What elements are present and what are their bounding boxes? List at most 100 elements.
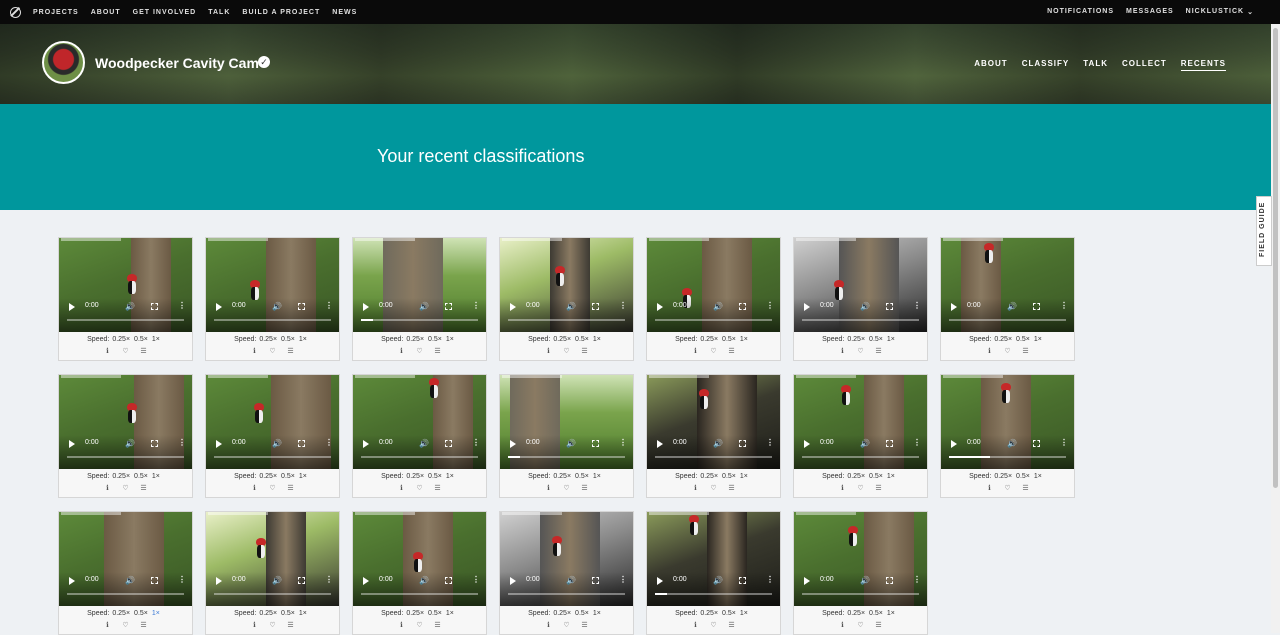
- volume-icon[interactable]: 🔊: [566, 302, 576, 311]
- volume-icon[interactable]: 🔊: [860, 439, 870, 448]
- fullscreen-icon[interactable]: [739, 577, 746, 584]
- fullscreen-icon[interactable]: [886, 440, 893, 447]
- fullscreen-icon[interactable]: [592, 577, 599, 584]
- classification-card[interactable]: 0:00 🔊 ⋮ Speed: 0.25× 0.5× 1× ℹ ♡ ☰: [499, 511, 634, 635]
- field-guide-tab[interactable]: FIELD GUIDE: [1256, 196, 1272, 266]
- play-icon[interactable]: [657, 303, 663, 311]
- speed-option[interactable]: 0.5×: [134, 610, 148, 617]
- speed-option[interactable]: 0.25×: [700, 473, 718, 480]
- info-icon[interactable]: ℹ: [104, 622, 112, 630]
- speed-option[interactable]: 0.25×: [700, 336, 718, 343]
- play-icon[interactable]: [363, 303, 369, 311]
- collect-icon[interactable]: ☰: [287, 348, 295, 356]
- info-icon[interactable]: ℹ: [398, 622, 406, 630]
- speed-option[interactable]: 1×: [152, 610, 160, 617]
- classification-card[interactable]: 0:00 🔊 ⋮ Speed: 0.25× 0.5× 1× ℹ ♡ ☰: [58, 374, 193, 498]
- speed-option[interactable]: 1×: [593, 336, 601, 343]
- project-title[interactable]: Woodpecker Cavity Cam: [95, 55, 259, 71]
- heart-icon[interactable]: ♡: [269, 485, 277, 493]
- speed-option[interactable]: 1×: [299, 610, 307, 617]
- classification-card[interactable]: 0:00 🔊 ⋮ Speed: 0.25× 0.5× 1× ℹ ♡ ☰: [205, 237, 340, 361]
- classification-card[interactable]: 0:00 🔊 ⋮ Speed: 0.25× 0.5× 1× ℹ ♡ ☰: [940, 374, 1075, 498]
- progress-bar[interactable]: [361, 319, 478, 321]
- volume-icon[interactable]: 🔊: [860, 302, 870, 311]
- play-icon[interactable]: [804, 577, 810, 585]
- collect-icon[interactable]: ☰: [434, 622, 442, 630]
- more-options-icon[interactable]: ⋮: [178, 438, 186, 447]
- speed-option[interactable]: 0.5×: [281, 473, 295, 480]
- progress-bar[interactable]: [508, 456, 625, 458]
- info-icon[interactable]: ℹ: [839, 622, 847, 630]
- classification-card[interactable]: 0:00 🔊 ⋮ Speed: 0.25× 0.5× 1× ℹ ♡ ☰: [793, 374, 928, 498]
- speed-option[interactable]: 0.25×: [112, 473, 130, 480]
- video-player[interactable]: 0:00 🔊 ⋮: [647, 512, 780, 606]
- fullscreen-icon[interactable]: [592, 440, 599, 447]
- zooniverse-logo-icon[interactable]: [10, 6, 21, 18]
- speed-option[interactable]: 0.5×: [134, 336, 148, 343]
- info-icon[interactable]: ℹ: [104, 485, 112, 493]
- volume-icon[interactable]: 🔊: [713, 439, 723, 448]
- progress-bar[interactable]: [361, 593, 478, 595]
- video-player[interactable]: 0:00 🔊 ⋮: [353, 375, 486, 469]
- fullscreen-icon[interactable]: [445, 577, 452, 584]
- user-menu[interactable]: NICKLUSTICK: [1186, 8, 1244, 16]
- nav-get-involved[interactable]: GET INVOLVED: [133, 9, 197, 16]
- video-player[interactable]: 0:00 🔊 ⋮: [500, 375, 633, 469]
- play-icon[interactable]: [510, 577, 516, 585]
- info-icon[interactable]: ℹ: [839, 485, 847, 493]
- speed-option[interactable]: 0.25×: [406, 336, 424, 343]
- scrollbar-thumb[interactable]: [1273, 28, 1278, 488]
- project-nav-collect[interactable]: COLLECT: [1122, 59, 1167, 71]
- collect-icon[interactable]: ☰: [1022, 485, 1030, 493]
- speed-option[interactable]: 1×: [887, 473, 895, 480]
- chevron-down-icon[interactable]: ⌄: [1247, 8, 1254, 16]
- speed-option[interactable]: 1×: [1034, 336, 1042, 343]
- heart-icon[interactable]: ♡: [416, 348, 424, 356]
- more-options-icon[interactable]: ⋮: [472, 438, 480, 447]
- speed-option[interactable]: 0.25×: [994, 336, 1012, 343]
- fullscreen-icon[interactable]: [1033, 440, 1040, 447]
- speed-option[interactable]: 0.25×: [259, 336, 277, 343]
- play-icon[interactable]: [951, 440, 957, 448]
- speed-option[interactable]: 0.25×: [406, 610, 424, 617]
- info-icon[interactable]: ℹ: [692, 485, 700, 493]
- collect-icon[interactable]: ☰: [287, 485, 295, 493]
- more-options-icon[interactable]: ⋮: [472, 301, 480, 310]
- speed-option[interactable]: 1×: [446, 473, 454, 480]
- speed-option[interactable]: 0.5×: [722, 336, 736, 343]
- more-options-icon[interactable]: ⋮: [619, 438, 627, 447]
- progress-bar[interactable]: [214, 593, 331, 595]
- volume-icon[interactable]: 🔊: [713, 302, 723, 311]
- video-player[interactable]: 0:00 🔊 ⋮: [353, 238, 486, 332]
- heart-icon[interactable]: ♡: [269, 622, 277, 630]
- more-options-icon[interactable]: ⋮: [913, 575, 921, 584]
- volume-icon[interactable]: 🔊: [419, 302, 429, 311]
- heart-icon[interactable]: ♡: [1004, 485, 1012, 493]
- progress-bar[interactable]: [361, 456, 478, 458]
- collect-icon[interactable]: ☰: [581, 485, 589, 493]
- play-icon[interactable]: [510, 440, 516, 448]
- volume-icon[interactable]: 🔊: [713, 576, 723, 585]
- classification-card[interactable]: 0:00 🔊 ⋮ Speed: 0.25× 0.5× 1× ℹ ♡ ☰: [352, 511, 487, 635]
- collect-icon[interactable]: ☰: [434, 348, 442, 356]
- video-player[interactable]: 0:00 🔊 ⋮: [353, 512, 486, 606]
- speed-option[interactable]: 1×: [740, 336, 748, 343]
- fullscreen-icon[interactable]: [151, 303, 158, 310]
- volume-icon[interactable]: 🔊: [125, 576, 135, 585]
- video-player[interactable]: 0:00 🔊 ⋮: [206, 512, 339, 606]
- classification-card[interactable]: 0:00 🔊 ⋮ Speed: 0.25× 0.5× 1× ℹ ♡ ☰: [646, 374, 781, 498]
- info-icon[interactable]: ℹ: [545, 485, 553, 493]
- more-options-icon[interactable]: ⋮: [472, 575, 480, 584]
- video-player[interactable]: 0:00 🔊 ⋮: [941, 375, 1074, 469]
- progress-bar[interactable]: [508, 593, 625, 595]
- fullscreen-icon[interactable]: [886, 577, 893, 584]
- classification-card[interactable]: 0:00 🔊 ⋮ Speed: 0.25× 0.5× 1× ℹ ♡ ☰: [205, 511, 340, 635]
- play-icon[interactable]: [69, 577, 75, 585]
- volume-icon[interactable]: 🔊: [125, 439, 135, 448]
- speed-option[interactable]: 0.25×: [553, 336, 571, 343]
- speed-option[interactable]: 0.5×: [869, 610, 883, 617]
- collect-icon[interactable]: ☰: [728, 348, 736, 356]
- fullscreen-icon[interactable]: [298, 440, 305, 447]
- progress-bar[interactable]: [67, 319, 184, 321]
- speed-option[interactable]: 1×: [887, 336, 895, 343]
